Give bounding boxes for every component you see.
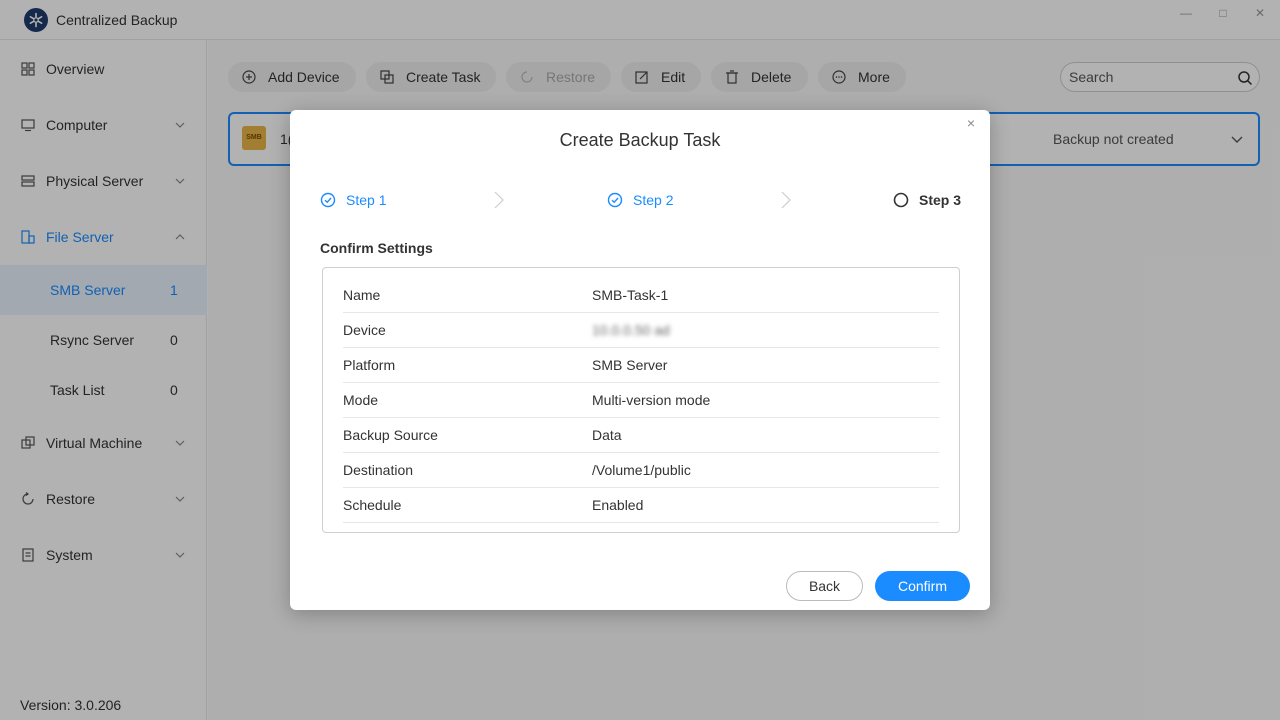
setting-value: 10.0.0.50 ad [592, 322, 670, 338]
settings-row-platform: Platform SMB Server [343, 348, 939, 383]
chevron-right-icon [494, 191, 504, 209]
check-circle-icon [607, 192, 623, 208]
step-3: Step 3 [893, 190, 961, 210]
settings-row-schedule: Schedule Enabled [343, 488, 939, 523]
close-icon[interactable]: × [964, 116, 978, 130]
setting-value: /Volume1/public [592, 462, 691, 478]
create-backup-task-dialog: Create Backup Task × Step 1 Step 2 Step … [290, 110, 990, 610]
confirm-button[interactable]: Confirm [875, 571, 970, 601]
setting-value: Multi-version mode [592, 392, 711, 408]
step-2: Step 2 [607, 190, 673, 210]
setting-value: SMB-Task-1 [592, 287, 669, 303]
chevron-right-icon [781, 191, 791, 209]
setting-key: Mode [343, 392, 379, 408]
settings-row-mode: Mode Multi-version mode [343, 383, 939, 418]
step-label: Step 1 [346, 192, 387, 208]
section-title: Confirm Settings [320, 240, 433, 256]
settings-row-name: Name SMB-Task-1 [343, 278, 939, 313]
setting-value: Data [592, 427, 622, 443]
setting-value: SMB Server [592, 357, 668, 373]
setting-key: Name [343, 287, 381, 303]
step-label: Step 3 [919, 192, 962, 208]
check-circle-icon [320, 192, 336, 208]
settings-row-destination: Destination /Volume1/public [343, 453, 939, 488]
setting-key: Platform [343, 357, 396, 373]
setting-key: Device [343, 322, 386, 338]
setting-key: Schedule [343, 497, 402, 513]
setting-key: Destination [343, 462, 414, 478]
settings-row-device: Device 10.0.0.50 ad [343, 313, 939, 348]
setting-value: Enabled [592, 497, 644, 513]
back-button[interactable]: Back [786, 571, 863, 601]
settings-table: Name SMB-Task-1 Device 10.0.0.50 ad Plat… [322, 267, 960, 533]
dialog-title: Create Backup Task [559, 130, 721, 150]
empty-circle-icon [893, 192, 909, 208]
settings-row-backup-source: Backup Source Data [343, 418, 939, 453]
setting-key: Backup Source [343, 427, 438, 443]
step-1: Step 1 [320, 190, 386, 210]
step-label: Step 2 [633, 192, 674, 208]
